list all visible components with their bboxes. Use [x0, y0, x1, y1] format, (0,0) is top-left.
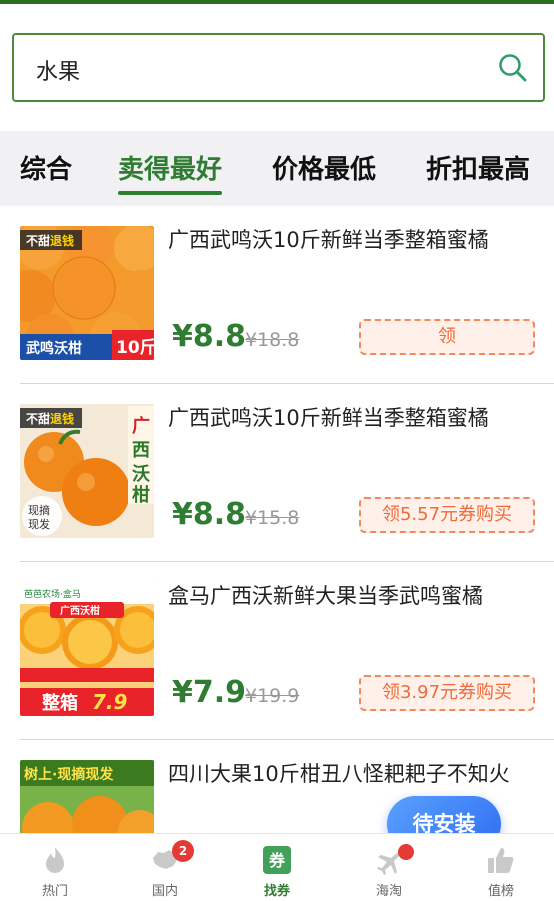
tab-comprehensive[interactable]: 综合 — [20, 149, 72, 186]
tabbar-label: 找券 — [263, 884, 290, 899]
coupon-button[interactable]: 领5.57元券购买 — [359, 497, 535, 533]
tabbar-label: 海淘 — [375, 884, 402, 899]
svg-text:西: 西 — [132, 440, 150, 461]
svg-text:现摘: 现摘 — [28, 503, 50, 517]
svg-text:柑: 柑 — [132, 484, 150, 506]
tab-highest-discount[interactable]: 折扣最高 — [426, 149, 530, 186]
bottom-tab-bar: 热门 2 国内 券 找券 海淘 值榜 — [0, 833, 554, 901]
svg-text:广西沃柑: 广西沃柑 — [60, 604, 100, 617]
search-icon[interactable] — [497, 52, 529, 84]
tabbar-item-domestic[interactable]: 2 国内 — [110, 834, 220, 901]
svg-text:芭芭农场·盒马: 芭芭农场·盒马 — [24, 588, 81, 600]
tabbar-item-coupons[interactable]: 券 找券 — [222, 834, 332, 901]
product-price: ¥7.9 — [172, 675, 247, 710]
product-original-price: ¥18.8 — [245, 329, 300, 351]
svg-text:沃: 沃 — [132, 463, 150, 485]
svg-text:武鸣沃柑: 武鸣沃柑 — [26, 340, 82, 357]
tabbar-item-hot[interactable]: 热门 — [0, 834, 110, 901]
coupon-button[interactable]: 领3.97元券购买 — [359, 675, 535, 711]
coupon-button[interactable]: 领 — [359, 319, 535, 355]
search-query: 水果 — [36, 60, 81, 85]
product-price: ¥8.8 — [172, 319, 247, 354]
product-title[interactable]: 广西武鸣沃10斤新鲜当季整箱蜜橘 — [168, 404, 528, 432]
product-card[interactable]: 芭芭农场·盒马 广西沃柑 整箱 7.9 盒马广西沃新鲜大果当季武鸣蜜橘 ¥7.9… — [0, 562, 554, 740]
top-accent-bar — [0, 0, 554, 4]
product-image[interactable]: 广 西 沃 柑 不甜退钱 现摘 现发 — [20, 404, 154, 538]
svg-text:树上·现摘现发: 树上·现摘现发 — [24, 766, 114, 783]
product-original-price: ¥19.9 — [245, 685, 300, 707]
product-card[interactable]: 不甜退钱 武鸣沃柑 10斤 广西武鸣沃10斤新鲜当季整箱蜜橘 ¥8.8 ¥18.… — [0, 206, 554, 384]
notification-badge — [398, 844, 414, 860]
flame-icon — [46, 847, 64, 873]
product-image[interactable]: 不甜退钱 武鸣沃柑 10斤 — [20, 226, 154, 360]
tab-lowest-price[interactable]: 价格最低 — [272, 149, 376, 186]
svg-text:7.9: 7.9 — [92, 690, 128, 714]
svg-text:券: 券 — [268, 851, 286, 870]
sort-tabs: 综合 卖得最好 价格最低 折扣最高 — [0, 131, 554, 206]
active-tab-indicator — [118, 191, 222, 195]
svg-text:整箱: 整箱 — [41, 692, 78, 714]
product-title[interactable]: 广西武鸣沃10斤新鲜当季整箱蜜橘 — [168, 226, 528, 254]
tabbar-label: 热门 — [41, 884, 68, 899]
svg-text:不甜退钱: 不甜退钱 — [26, 411, 74, 426]
product-original-price: ¥15.8 — [245, 507, 300, 529]
tabbar-item-overseas[interactable]: 海淘 — [334, 834, 444, 901]
product-image[interactable]: 芭芭农场·盒马 广西沃柑 整箱 7.9 — [20, 582, 154, 716]
tabbar-label: 国内 — [151, 884, 178, 899]
svg-text:10斤: 10斤 — [116, 338, 154, 358]
notification-badge: 2 — [172, 840, 194, 862]
product-title[interactable]: 四川大果10斤柑丑八怪耙耙子不知火 — [168, 760, 528, 788]
product-card[interactable]: 广 西 沃 柑 不甜退钱 现摘 现发 广西武鸣沃10斤新鲜当季整箱蜜橘 ¥8.8… — [0, 384, 554, 562]
svg-text:现发: 现发 — [28, 517, 50, 531]
product-title[interactable]: 盒马广西沃新鲜大果当季武鸣蜜橘 — [168, 582, 528, 610]
product-price: ¥8.8 — [172, 497, 247, 532]
svg-text:广: 广 — [132, 415, 150, 437]
svg-text:不甜退钱: 不甜退钱 — [26, 233, 74, 248]
tab-best-selling[interactable]: 卖得最好 — [118, 149, 222, 186]
thumbs-up-icon — [488, 848, 514, 873]
tabbar-label: 值榜 — [487, 884, 514, 899]
coupon-icon: 券 — [263, 846, 291, 874]
tabbar-item-ranking[interactable]: 值榜 — [446, 834, 554, 901]
search-input[interactable]: 水果 — [12, 33, 545, 102]
